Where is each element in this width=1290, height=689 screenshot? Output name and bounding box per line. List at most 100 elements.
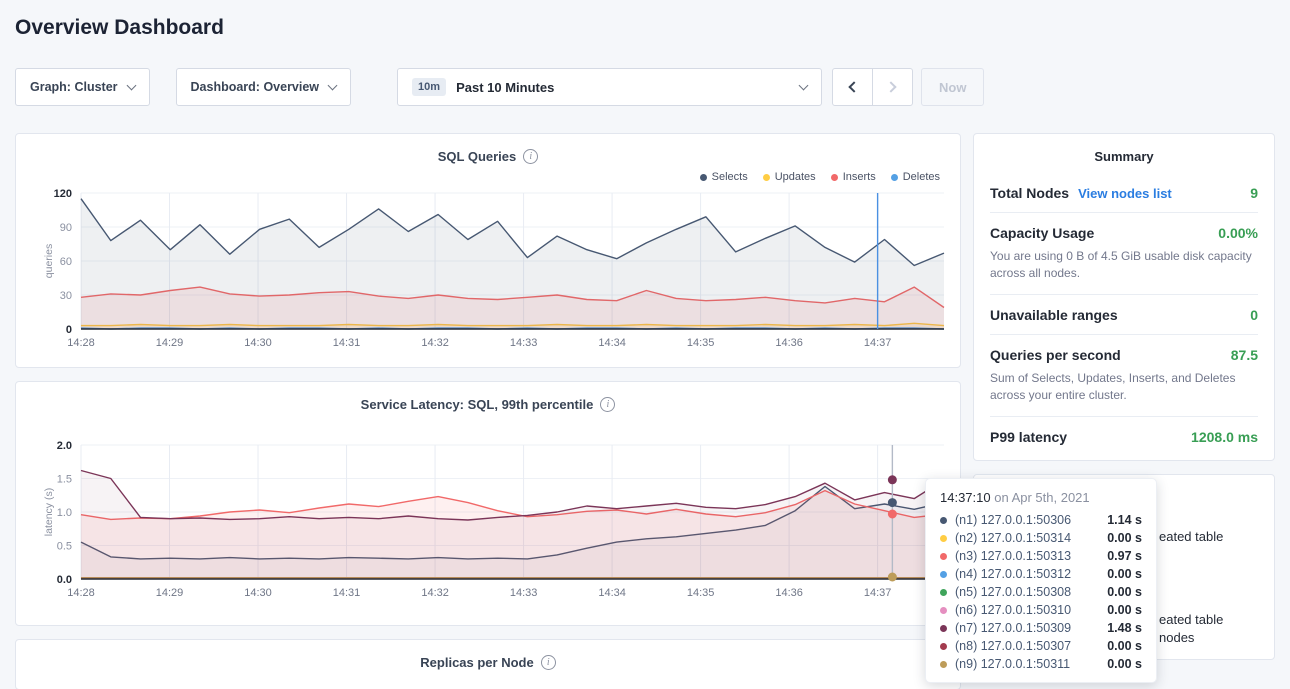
capacity-label: Capacity Usage [990, 225, 1094, 241]
view-nodes-link[interactable]: View nodes list [1078, 186, 1172, 201]
unavailable-ranges-value: 0 [1250, 307, 1258, 323]
legend-dot-icon [700, 174, 707, 181]
svg-text:14:34: 14:34 [598, 337, 626, 349]
chart-title: SQL Queries [438, 149, 517, 164]
time-range-label: Past 10 Minutes [456, 80, 790, 95]
chevron-right-icon [885, 81, 896, 92]
svg-text:2.0: 2.0 [57, 440, 72, 452]
tooltip-node-value: 0.00 s [1107, 603, 1142, 617]
series-dot-icon [940, 661, 947, 668]
chart-card-replicas-per-node: Replicas per Node i [15, 639, 961, 689]
svg-text:14:30: 14:30 [244, 587, 272, 599]
graph-dropdown[interactable]: Graph: Cluster [15, 68, 150, 106]
tooltip-node-value: 1.48 s [1107, 621, 1142, 635]
time-nav-arrows [832, 68, 913, 106]
svg-text:14:32: 14:32 [421, 587, 449, 599]
svg-text:14:30: 14:30 [244, 337, 272, 349]
chart-card-service-latency: Service Latency: SQL, 99th percentile i … [15, 381, 961, 626]
chart-header: Service Latency: SQL, 99th percentile i [16, 382, 960, 415]
legend-item-updates[interactable]: Updates [763, 169, 816, 185]
tooltip-node-value: 0.00 s [1107, 531, 1142, 545]
summary-row-qps: Queries per second 87.5 Sum of Selects, … [990, 335, 1258, 417]
capacity-description: You are using 0 B of 4.5 GiB usable disk… [990, 248, 1258, 283]
svg-text:60: 60 [60, 256, 72, 268]
total-nodes-label: Total Nodes [990, 185, 1069, 201]
svg-text:14:34: 14:34 [598, 587, 626, 599]
series-dot-icon [940, 517, 947, 524]
chevron-left-icon [848, 81, 859, 92]
tooltip-row: (n2) 127.0.0.1:503140.00 s [940, 529, 1142, 547]
time-range-picker[interactable]: 10m Past 10 Minutes [397, 68, 822, 106]
svg-text:14:37: 14:37 [864, 337, 892, 349]
page-title: Overview Dashboard [15, 0, 1275, 41]
svg-text:0.5: 0.5 [57, 541, 72, 553]
legend-dot-icon [831, 174, 838, 181]
legend-item-deletes[interactable]: Deletes [891, 169, 940, 185]
series-dot-icon [940, 607, 947, 614]
p99-latency-value: 1208.0 ms [1191, 429, 1258, 445]
svg-text:14:36: 14:36 [775, 587, 803, 599]
svg-text:14:36: 14:36 [775, 337, 803, 349]
legend-label: Updates [775, 171, 816, 183]
tooltip-timestamp: 14:37:10 on Apr 5th, 2021 [940, 489, 1142, 506]
tooltip-row: (n7) 127.0.0.1:503091.48 s [940, 619, 1142, 637]
chevron-down-icon [799, 81, 809, 91]
svg-text:14:28: 14:28 [67, 587, 95, 599]
svg-text:14:31: 14:31 [333, 587, 361, 599]
svg-text:0: 0 [66, 324, 72, 336]
now-button[interactable]: Now [921, 68, 984, 106]
summary-row-p99-latency: P99 latency 1208.0 ms [990, 417, 1258, 456]
tooltip-node-label: (n6) 127.0.0.1:50310 [955, 603, 1107, 617]
legend-item-inserts[interactable]: Inserts [831, 169, 876, 185]
info-icon[interactable]: i [541, 655, 556, 670]
svg-text:latency (s): latency (s) [43, 488, 55, 536]
summary-title: Summary [974, 134, 1274, 173]
time-prev-button[interactable] [832, 68, 873, 106]
series-dot-icon [940, 589, 947, 596]
dashboard-dropdown[interactable]: Dashboard: Overview [176, 68, 352, 106]
legend-label: Selects [712, 171, 748, 183]
svg-text:120: 120 [54, 188, 72, 200]
tooltip-node-value: 1.14 s [1107, 513, 1142, 527]
tooltip-time: 14:37:10 [940, 490, 991, 505]
info-icon[interactable]: i [600, 397, 615, 412]
tooltip-rows: (n1) 127.0.0.1:503061.14 s(n2) 127.0.0.1… [940, 511, 1142, 673]
tooltip-node-label: (n2) 127.0.0.1:50314 [955, 531, 1107, 545]
total-nodes-value: 9 [1250, 185, 1258, 201]
tooltip-node-label: (n3) 127.0.0.1:50313 [955, 549, 1107, 563]
series-dot-icon [940, 535, 947, 542]
event-text-fragment: eated table [1159, 612, 1223, 627]
chart-hover-tooltip: 14:37:10 on Apr 5th, 2021 (n1) 127.0.0.1… [925, 478, 1157, 683]
tooltip-node-label: (n1) 127.0.0.1:50306 [955, 513, 1107, 527]
tooltip-row: (n8) 127.0.0.1:503070.00 s [940, 637, 1142, 655]
summary-row-unavailable-ranges: Unavailable ranges 0 [990, 295, 1258, 335]
dashboard-dropdown-label: Dashboard: Overview [191, 80, 320, 94]
svg-text:14:33: 14:33 [510, 337, 538, 349]
legend-label: Deletes [903, 171, 940, 183]
tooltip-date: on Apr 5th, 2021 [991, 490, 1090, 505]
chart-title: Service Latency: SQL, 99th percentile [361, 397, 594, 412]
summary-panel: Summary Total Nodes View nodes list 9 Ca… [973, 133, 1275, 461]
svg-text:1.0: 1.0 [57, 507, 72, 519]
qps-value: 87.5 [1231, 347, 1258, 363]
svg-text:14:35: 14:35 [687, 337, 715, 349]
svg-text:queries: queries [43, 244, 55, 278]
legend-item-selects[interactable]: Selects [700, 169, 748, 185]
svg-text:0.0: 0.0 [57, 574, 72, 586]
svg-text:14:37: 14:37 [864, 587, 892, 599]
info-icon[interactable]: i [523, 149, 538, 164]
svg-text:14:33: 14:33 [510, 587, 538, 599]
series-dot-icon [940, 625, 947, 632]
capacity-value: 0.00% [1218, 225, 1258, 241]
tooltip-node-value: 0.00 s [1107, 567, 1142, 581]
chart-card-sql-queries: SQL Queries i Selects Updates Inserts Delet… [15, 133, 961, 368]
svg-text:14:29: 14:29 [156, 587, 184, 599]
chart-legend: Selects Updates Inserts Deletes [16, 167, 960, 185]
time-range-badge: 10m [412, 78, 446, 96]
tooltip-row: (n3) 127.0.0.1:503130.97 s [940, 547, 1142, 565]
service-latency-plot[interactable]: 0.00.51.01.52.014:2814:2914:3014:3114:32… [16, 437, 960, 601]
sql-queries-plot[interactable]: 030609012014:2814:2914:3014:3114:3214:33… [16, 185, 960, 351]
svg-text:14:32: 14:32 [421, 337, 449, 349]
unavailable-ranges-label: Unavailable ranges [990, 307, 1118, 323]
time-next-button[interactable] [872, 68, 913, 106]
